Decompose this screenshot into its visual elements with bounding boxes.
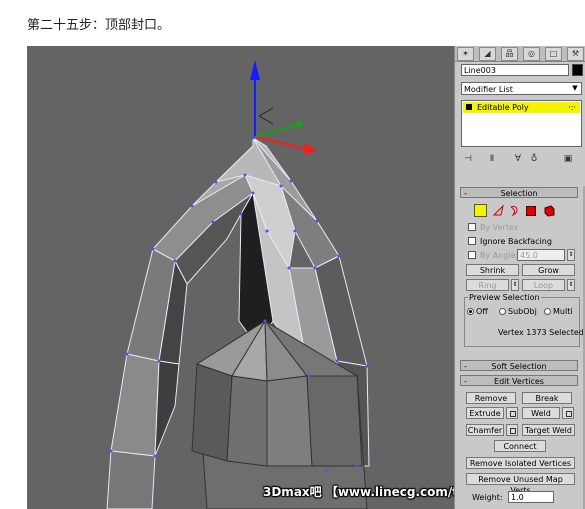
soft-selection-rollout-header[interactable]: - Soft Selection — [460, 360, 578, 371]
element-icon[interactable] — [543, 204, 556, 217]
step-caption: 第二十五步：顶部封口。 — [27, 18, 171, 33]
weld-settings-icon[interactable] — [562, 407, 574, 419]
modifier-stack[interactable]: Editable Poly ·:· — [461, 100, 582, 147]
viewport-mesh — [106, 60, 370, 509]
angle-spinner[interactable]: ⇕ — [567, 249, 575, 261]
utilities-tab-icon[interactable]: ⚒ — [567, 47, 584, 61]
vertex-icon[interactable] — [474, 204, 487, 217]
preview-subobj-radio[interactable]: SubObj — [499, 307, 537, 317]
loop-button[interactable]: Loop — [522, 279, 565, 291]
remove-modifier-icon[interactable]: ♁ — [527, 153, 541, 166]
object-color-swatch[interactable] — [572, 64, 583, 76]
angle-field[interactable]: 45.0 — [517, 249, 565, 261]
selection-rollout-header[interactable]: - Selection — [460, 187, 578, 198]
loop-spinner[interactable]: ⇕ — [567, 279, 575, 291]
stack-item-label: Editable Poly — [477, 103, 529, 112]
chamfer-settings-icon[interactable] — [506, 424, 518, 436]
shrink-button[interactable]: Shrink — [466, 264, 519, 276]
configure-sets-icon[interactable]: ▣ — [561, 153, 575, 166]
remove-isolated-vertices-button[interactable]: Remove Isolated Vertices — [466, 457, 575, 469]
show-end-result-icon[interactable]: Ⅱ — [485, 153, 499, 166]
ring-spinner[interactable]: ⇕ — [511, 279, 519, 291]
extrude-button[interactable]: Extrude — [466, 407, 504, 419]
motion-tab-icon[interactable]: ◎ — [523, 47, 540, 61]
viewport[interactable] — [27, 46, 454, 509]
weight-label: Weight: — [472, 493, 503, 502]
connect-button[interactable]: Connect — [494, 440, 546, 452]
remove-unused-map-verts-button[interactable]: Remove Unused Map Verts — [466, 473, 575, 495]
preview-off-radio[interactable]: Off — [467, 307, 488, 317]
command-panel: ✶ ◢ 品 ◎ □ ⚒ Line003 Modifier List ▼ Edit… — [454, 46, 585, 509]
weld-button[interactable]: Weld — [522, 407, 560, 419]
break-button[interactable]: Break — [522, 392, 572, 404]
modifier-list-dropdown[interactable]: Modifier List ▼ — [461, 82, 582, 95]
by-vertex-checkbox[interactable]: By Vertex — [468, 222, 585, 233]
extrude-settings-icon[interactable] — [506, 407, 518, 419]
border-icon[interactable] — [508, 204, 521, 217]
modifier-list-label: Modifier List — [464, 85, 513, 94]
object-name-field[interactable]: Line003 — [461, 64, 569, 76]
preview-selection-group — [464, 297, 580, 347]
chamfer-button[interactable]: Chamfer — [466, 424, 504, 436]
display-tab-icon[interactable]: □ — [545, 47, 562, 61]
stack-toolbar: ⊣ Ⅱ ∀ ♁ ▣ — [461, 153, 582, 167]
preview-selection-label: Preview Selection — [468, 293, 541, 302]
preview-multi-radio[interactable]: Multi — [544, 307, 573, 317]
chevron-down-icon: ▼ — [572, 84, 578, 92]
ring-button[interactable]: Ring — [466, 279, 509, 291]
vertex-dots-icon: ·:· — [568, 103, 576, 112]
transform-gizmo — [250, 60, 317, 154]
make-unique-icon[interactable]: ∀ — [511, 153, 525, 166]
target-weld-button[interactable]: Target Weld — [522, 424, 575, 436]
create-tab-icon[interactable]: ✶ — [457, 47, 474, 61]
grow-button[interactable]: Grow — [522, 264, 575, 276]
weight-field[interactable]: 1.0 — [508, 491, 554, 503]
remove-button[interactable]: Remove — [466, 392, 516, 404]
ignore-backfacing-checkbox[interactable]: Ignore Backfacing — [468, 236, 585, 247]
hierarchy-tab-icon[interactable]: 品 — [501, 47, 518, 61]
polygon-icon[interactable] — [526, 206, 536, 216]
edge-icon[interactable] — [492, 204, 505, 217]
command-panel-tabs: ✶ ◢ 品 ◎ □ ⚒ — [455, 46, 585, 62]
expand-icon[interactable] — [466, 104, 472, 110]
pin-stack-icon[interactable]: ⊣ — [461, 153, 475, 166]
selection-status: Vertex 1373 Selected — [498, 328, 584, 337]
subobject-level-icons — [474, 204, 574, 218]
edit-vertices-rollout-header[interactable]: - Edit Vertices — [460, 375, 578, 386]
modify-tab-icon[interactable]: ◢ — [479, 47, 496, 61]
stack-item-editable-poly[interactable]: Editable Poly ·:· — [463, 102, 580, 113]
